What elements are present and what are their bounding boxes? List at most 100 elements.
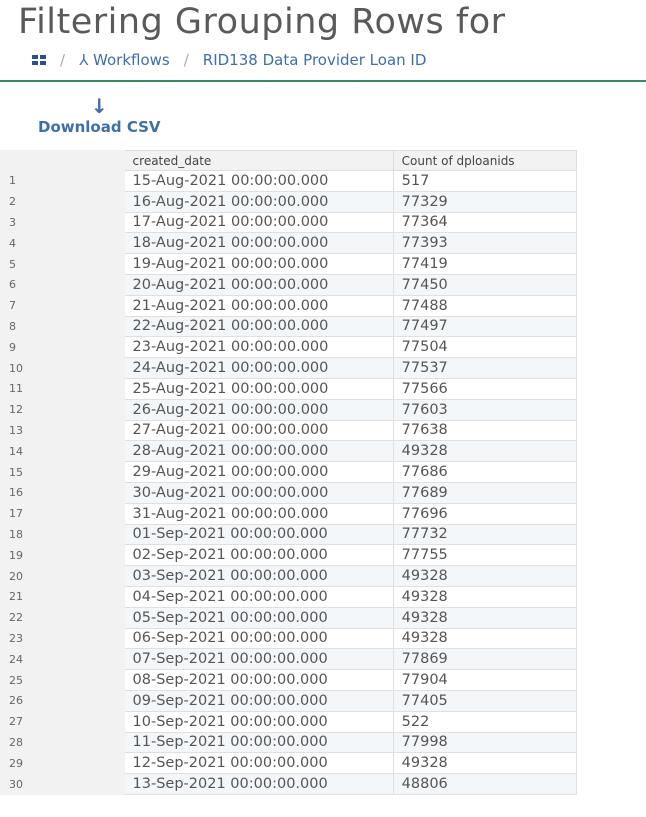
count-cell[interactable]: 77393 [392,232,578,255]
count-cell[interactable]: 77869 [392,648,578,671]
created-date-column-header[interactable]: created_date [123,150,394,171]
row-index-cell: 20 [0,565,125,587]
created-date-cell[interactable]: 24-Aug-2021 00:00:00.000 [123,357,394,379]
row-index-cell: 5 [0,253,125,275]
created-date-cell[interactable]: 27-Aug-2021 00:00:00.000 [123,419,394,442]
count-cell[interactable]: 77419 [392,253,578,275]
count-cell[interactable]: 77497 [392,315,578,338]
created-date-cell[interactable]: 02-Sep-2021 00:00:00.000 [123,544,394,567]
count-cell[interactable]: 77732 [392,523,578,546]
results-table: created_date Count of dploanids 1 15-Aug-… [0,150,578,795]
created-date-cell[interactable]: 26-Aug-2021 00:00:00.000 [123,398,394,421]
row-index-cell: 19 [0,544,125,567]
count-cell[interactable]: 49328 [392,606,578,629]
table-row: 26 09-Sep-2021 00:00:00.000 77405 [0,689,578,712]
created-date-cell[interactable]: 09-Sep-2021 00:00:00.000 [123,689,394,712]
created-date-cell[interactable]: 20-Aug-2021 00:00:00.000 [123,273,394,296]
created-date-cell[interactable]: 07-Sep-2021 00:00:00.000 [123,648,394,671]
workflow-icon: ⅄ [79,51,89,69]
table-row: 10 24-Aug-2021 00:00:00.000 77537 [0,357,578,379]
created-date-cell[interactable]: 21-Aug-2021 00:00:00.000 [123,294,394,317]
table-row: 5 19-Aug-2021 00:00:00.000 77419 [0,253,578,275]
count-cell[interactable]: 77755 [392,544,578,567]
table-row: 27 10-Sep-2021 00:00:00.000 522 [0,710,578,733]
count-cell[interactable]: 77504 [392,336,578,359]
count-cell[interactable]: 49328 [392,440,578,463]
created-date-cell[interactable]: 03-Sep-2021 00:00:00.000 [123,565,394,587]
count-cell[interactable]: 77329 [392,190,578,213]
row-index-cell: 15 [0,461,125,483]
table-row: 8 22-Aug-2021 00:00:00.000 77497 [0,315,578,338]
created-date-cell[interactable]: 15-Aug-2021 00:00:00.000 [123,170,394,192]
index-column-header [0,150,125,171]
table-row: 2 16-Aug-2021 00:00:00.000 77329 [0,190,578,213]
created-date-cell[interactable]: 22-Aug-2021 00:00:00.000 [123,315,394,338]
download-csv-button[interactable]: ↓ Download CSV [38,96,161,136]
count-cell[interactable]: 77488 [392,294,578,317]
download-arrow-icon: ↓ [90,94,108,118]
created-date-cell[interactable]: 31-Aug-2021 00:00:00.000 [123,502,394,525]
created-date-cell[interactable]: 04-Sep-2021 00:00:00.000 [123,585,394,608]
count-cell[interactable]: 49328 [392,585,578,608]
row-index-cell: 24 [0,648,125,671]
count-cell[interactable]: 522 [392,710,578,733]
created-date-cell[interactable]: 28-Aug-2021 00:00:00.000 [123,440,394,463]
count-cell[interactable]: 77566 [392,377,578,400]
created-date-cell[interactable]: 10-Sep-2021 00:00:00.000 [123,710,394,733]
created-date-cell[interactable]: 29-Aug-2021 00:00:00.000 [123,461,394,483]
count-cell[interactable]: 517 [392,170,578,192]
count-cell[interactable]: 77904 [392,669,578,691]
count-cell[interactable]: 77537 [392,357,578,379]
row-index-cell: 4 [0,232,125,255]
count-column-header[interactable]: Count of dploanids [392,150,578,171]
created-date-cell[interactable]: 19-Aug-2021 00:00:00.000 [123,253,394,275]
row-index-cell: 12 [0,398,125,421]
table-row: 19 02-Sep-2021 00:00:00.000 77755 [0,544,578,567]
count-cell[interactable]: 77689 [392,481,578,504]
created-date-cell[interactable]: 05-Sep-2021 00:00:00.000 [123,606,394,629]
row-index-cell: 23 [0,627,125,650]
count-cell[interactable]: 77364 [392,211,578,234]
created-date-cell[interactable]: 08-Sep-2021 00:00:00.000 [123,669,394,691]
created-date-cell[interactable]: 11-Sep-2021 00:00:00.000 [123,731,394,754]
created-date-cell[interactable]: 06-Sep-2021 00:00:00.000 [123,627,394,650]
table-row: 4 18-Aug-2021 00:00:00.000 77393 [0,232,578,255]
count-cell[interactable]: 77638 [392,419,578,442]
created-date-cell[interactable]: 01-Sep-2021 00:00:00.000 [123,523,394,546]
table-row: 21 04-Sep-2021 00:00:00.000 49328 [0,585,578,608]
count-cell[interactable]: 49328 [392,565,578,587]
breadcrumb-separator: / [183,51,189,69]
count-cell[interactable]: 77603 [392,398,578,421]
count-cell[interactable]: 48806 [392,773,578,795]
row-index-cell: 28 [0,731,125,754]
created-date-cell[interactable]: 18-Aug-2021 00:00:00.000 [123,232,394,255]
count-cell[interactable]: 77686 [392,461,578,483]
count-cell[interactable]: 49328 [392,752,578,775]
created-date-cell[interactable]: 25-Aug-2021 00:00:00.000 [123,377,394,400]
table-row: 28 11-Sep-2021 00:00:00.000 77998 [0,731,578,754]
breadcrumb-workflows[interactable]: ⅄ Workflows [79,51,170,69]
home-grid-icon[interactable] [32,55,46,65]
created-date-cell[interactable]: 13-Sep-2021 00:00:00.000 [123,773,394,795]
row-index-cell: 29 [0,752,125,775]
created-date-cell[interactable]: 23-Aug-2021 00:00:00.000 [123,336,394,359]
created-date-cell[interactable]: 16-Aug-2021 00:00:00.000 [123,190,394,213]
row-index-cell: 11 [0,377,125,400]
created-date-cell[interactable]: 30-Aug-2021 00:00:00.000 [123,481,394,504]
breadcrumb-separator: / [60,51,66,69]
count-cell[interactable]: 49328 [392,627,578,650]
created-date-cell[interactable]: 17-Aug-2021 00:00:00.000 [123,211,394,234]
header-divider [0,80,646,82]
row-index-cell: 6 [0,273,125,296]
table-row: 12 26-Aug-2021 00:00:00.000 77603 [0,398,578,421]
table-row: 6 20-Aug-2021 00:00:00.000 77450 [0,273,578,296]
table-row: 30 13-Sep-2021 00:00:00.000 48806 [0,773,578,795]
count-cell[interactable]: 77405 [392,689,578,712]
row-index-cell: 10 [0,357,125,379]
count-cell[interactable]: 77998 [392,731,578,754]
count-cell[interactable]: 77450 [392,273,578,296]
count-cell[interactable]: 77696 [392,502,578,525]
table-row: 9 23-Aug-2021 00:00:00.000 77504 [0,336,578,359]
breadcrumb-current[interactable]: RID138 Data Provider Loan ID [203,51,427,69]
created-date-cell[interactable]: 12-Sep-2021 00:00:00.000 [123,752,394,775]
